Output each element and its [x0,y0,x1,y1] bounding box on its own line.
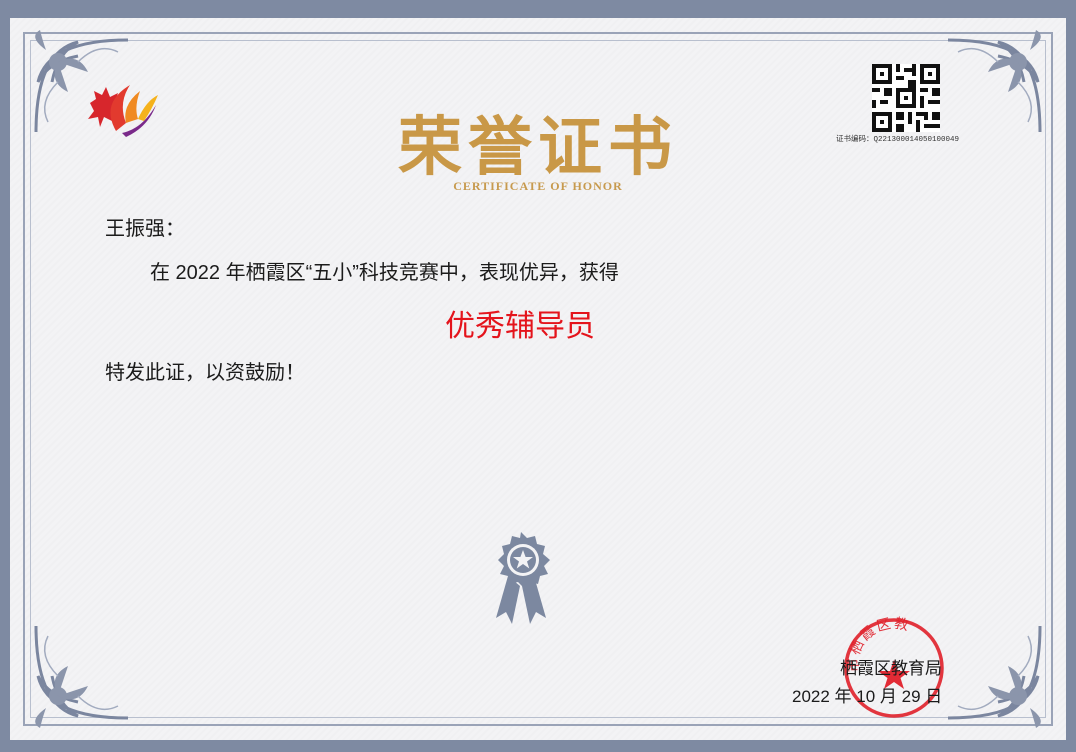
award-medal-icon [486,530,556,630]
corner-ornament-icon [18,606,148,736]
issue-date: 2022 年 10 月 29 日 [792,687,943,706]
body-line: 在 2022 年栖霞区“五小”科技竞赛中，表现优异，获得 [150,262,619,284]
award-title: 优秀辅导员 [445,309,595,344]
recipient-line: 王振强： [105,218,185,240]
qr-code-icon [872,64,940,132]
issuer-name: 栖霞区教育局 [840,659,942,678]
closing-line: 特发此证，以资鼓励！ [105,362,305,384]
certificate: 荣誉证书 CERTIFICATE OF HONOR 证书编码：Q22130001… [10,18,1066,740]
corner-ornament-icon [928,606,1058,736]
certificate-number: 证书编码：Q221300014050100049 [836,136,960,144]
certificate-subtitle: CERTIFICATE OF HONOR [453,179,623,193]
